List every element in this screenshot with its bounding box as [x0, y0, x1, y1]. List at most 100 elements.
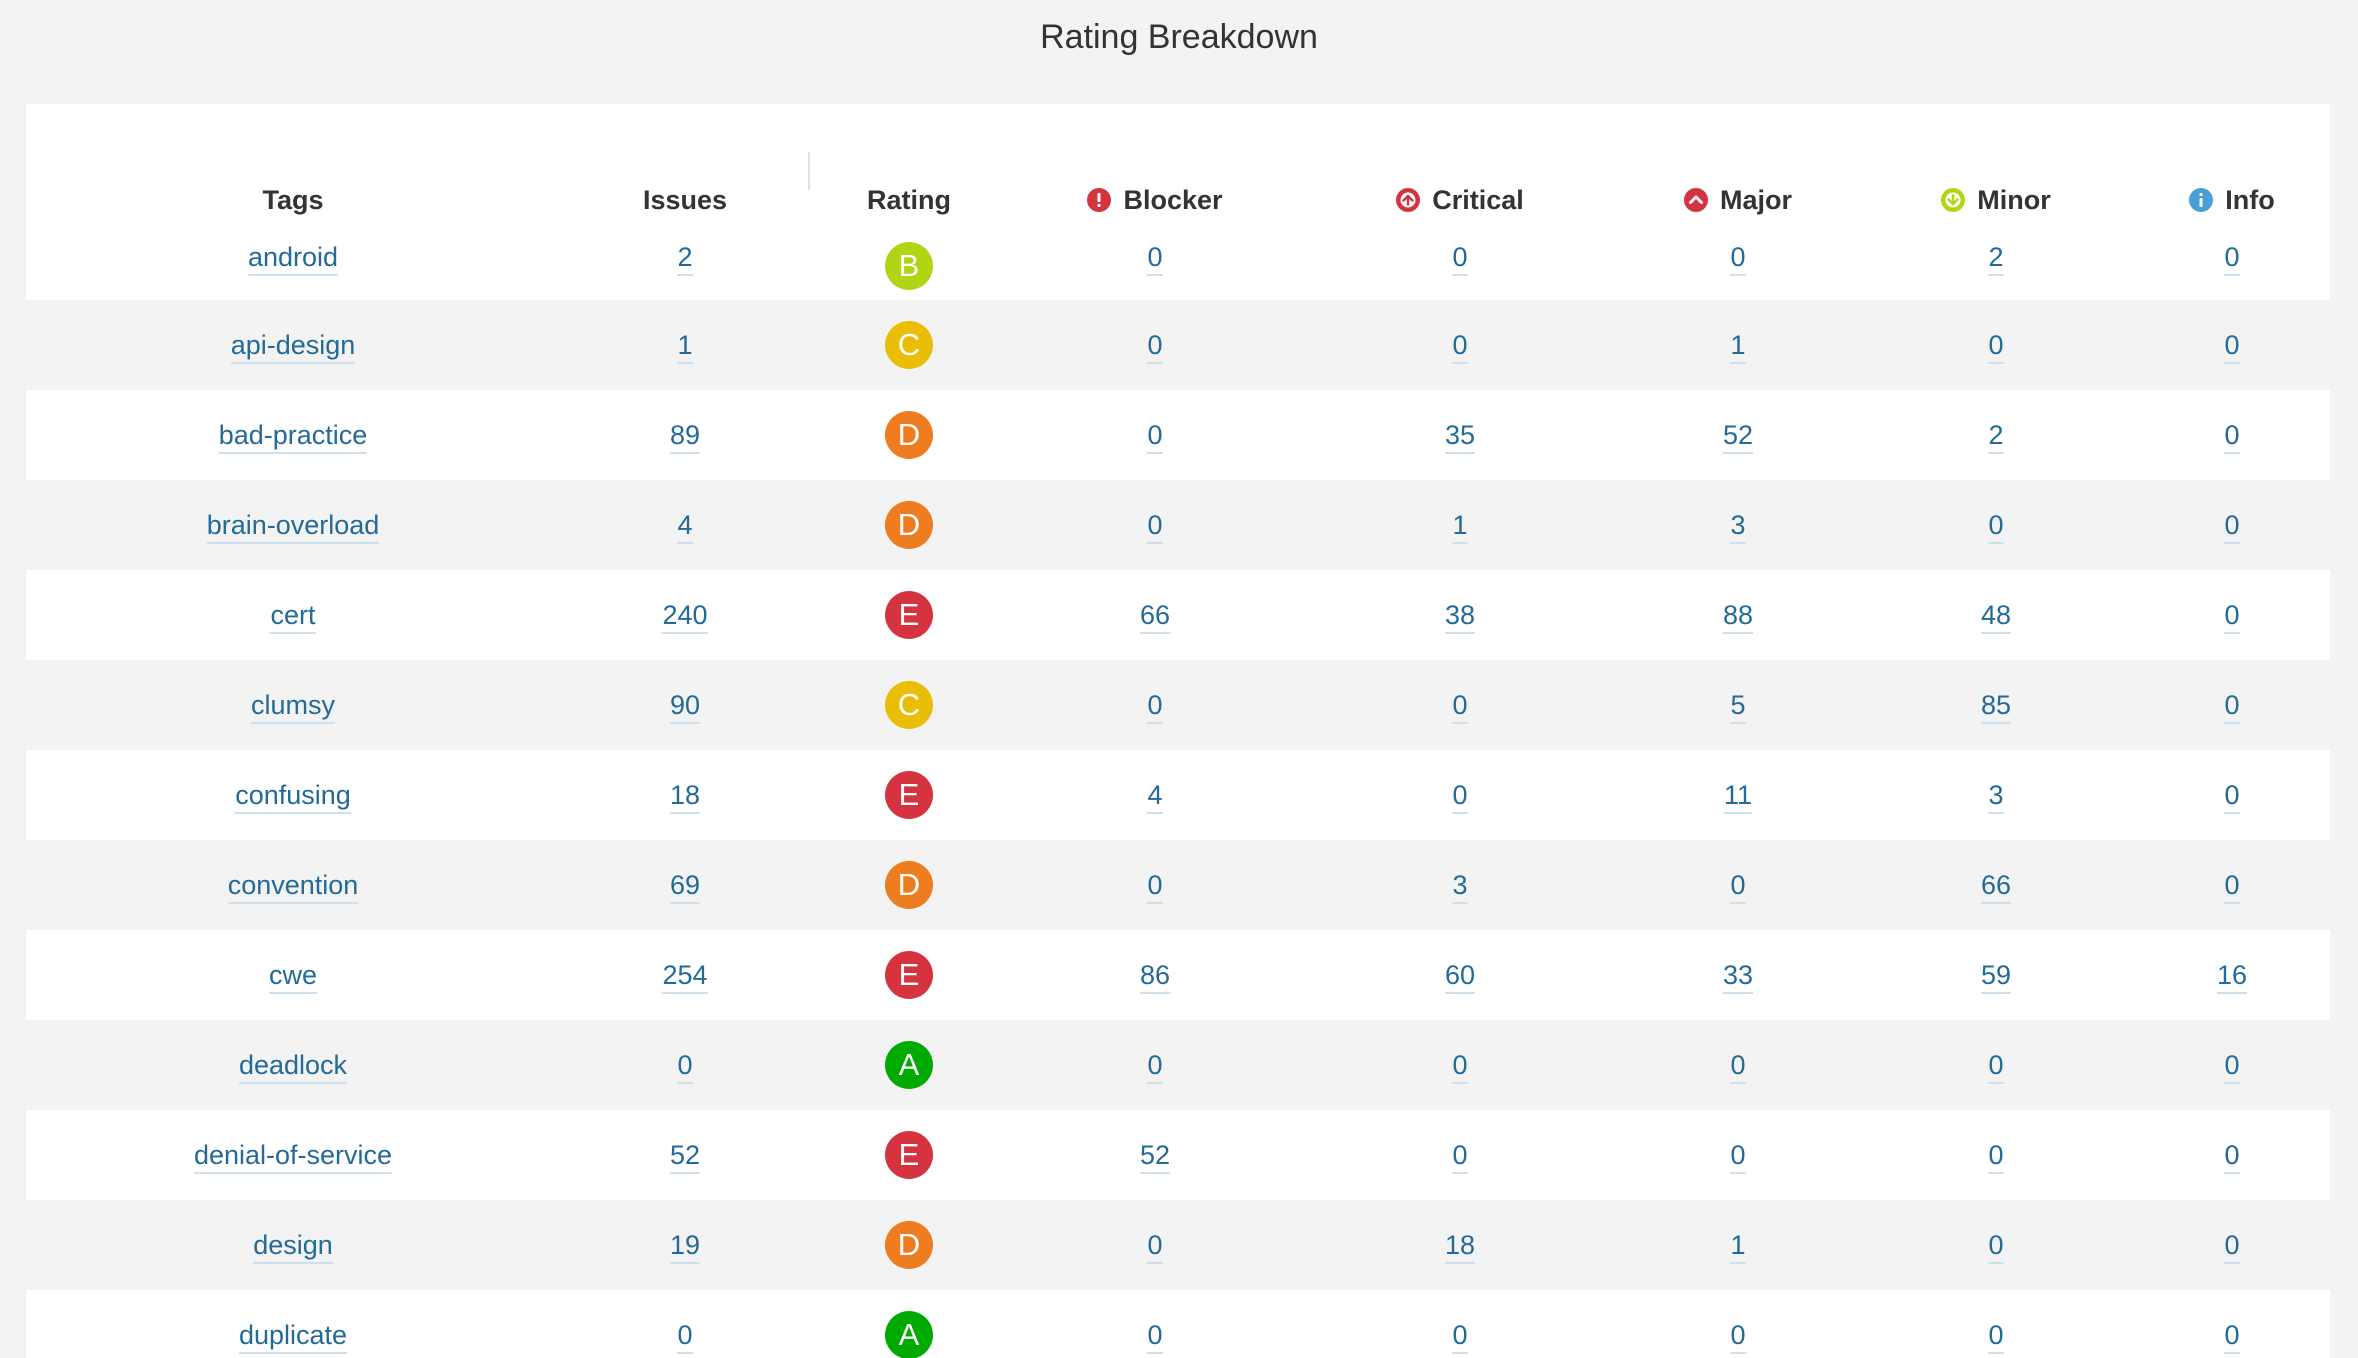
- tag-link[interactable]: denial-of-service: [193, 1139, 393, 1174]
- info-count-link[interactable]: 0: [2224, 242, 2240, 276]
- major-count-link[interactable]: 88: [1722, 599, 1754, 634]
- issues-count-link[interactable]: 0: [677, 1319, 693, 1354]
- issues-count-link[interactable]: 52: [669, 1139, 701, 1174]
- major-count-link[interactable]: 0: [1730, 242, 1746, 276]
- minor-count-link[interactable]: 0: [1988, 329, 2004, 364]
- minor-count-link[interactable]: 3: [1988, 779, 2004, 814]
- tag-link[interactable]: cwe: [268, 959, 317, 994]
- blocker-count-link[interactable]: 0: [1147, 1229, 1163, 1264]
- minor-count-link[interactable]: 0: [1988, 1049, 2004, 1084]
- minor-count-link[interactable]: 48: [1980, 599, 2012, 634]
- info-count-link[interactable]: 0: [2224, 419, 2240, 454]
- critical-count-link[interactable]: 0: [1452, 1319, 1468, 1354]
- tag-link[interactable]: deadlock: [238, 1049, 348, 1084]
- critical-count-link[interactable]: 0: [1452, 242, 1468, 276]
- issues-count-link[interactable]: 1: [677, 329, 693, 364]
- info-count-link[interactable]: 0: [2224, 1319, 2240, 1354]
- major-count-link[interactable]: 0: [1730, 1319, 1746, 1354]
- critical-count-link[interactable]: 1: [1452, 509, 1468, 544]
- blocker-count-link[interactable]: 0: [1147, 1049, 1163, 1084]
- column-header-blocker-label: Blocker: [1123, 185, 1223, 215]
- minor-count-link[interactable]: 0: [1988, 1319, 2004, 1354]
- minor-count-link[interactable]: 0: [1988, 509, 2004, 544]
- major-count-link[interactable]: 1: [1730, 1229, 1746, 1264]
- major-count-link[interactable]: 3: [1730, 509, 1746, 544]
- table-header: Tags Issues Rating Blocker Critical Majo…: [26, 104, 2330, 234]
- major-count-link[interactable]: 0: [1730, 1139, 1746, 1174]
- critical-count-link[interactable]: 0: [1452, 689, 1468, 724]
- blocker-count-link[interactable]: 0: [1147, 689, 1163, 724]
- tag-link[interactable]: clumsy: [250, 689, 335, 724]
- issues-count-link[interactable]: 19: [669, 1229, 701, 1264]
- major-count-link[interactable]: 0: [1730, 1049, 1746, 1084]
- info-count-link[interactable]: 0: [2224, 869, 2240, 904]
- blocker-count-link[interactable]: 52: [1139, 1139, 1171, 1174]
- major-count-link[interactable]: 1: [1730, 329, 1746, 364]
- major-count-link[interactable]: 52: [1722, 419, 1754, 454]
- issues-count-link[interactable]: 0: [677, 1049, 693, 1084]
- table-row: deadlock 0 A 0 0 0 0 0: [26, 1020, 2330, 1110]
- blocker-count-link[interactable]: 0: [1147, 419, 1163, 454]
- tag-cell: confusing: [26, 750, 560, 840]
- issues-count-link[interactable]: 90: [669, 689, 701, 724]
- minor-count-link[interactable]: 2: [1988, 419, 2004, 454]
- info-count-link[interactable]: 0: [2224, 599, 2240, 634]
- blocker-count-link[interactable]: 0: [1147, 869, 1163, 904]
- minor-count-link[interactable]: 0: [1988, 1139, 2004, 1174]
- info-count-link[interactable]: 0: [2224, 329, 2240, 364]
- tag-link[interactable]: cert: [270, 599, 316, 634]
- tag-link[interactable]: android: [247, 242, 339, 276]
- rating-badge: A: [885, 1311, 933, 1358]
- minor-count-link[interactable]: 2: [1988, 242, 2004, 276]
- minor-count-link[interactable]: 85: [1980, 689, 2012, 724]
- issues-count-link[interactable]: 2: [677, 242, 693, 276]
- info-count-link[interactable]: 0: [2224, 779, 2240, 814]
- info-count-link[interactable]: 0: [2224, 509, 2240, 544]
- critical-count-link[interactable]: 3: [1452, 869, 1468, 904]
- tag-link[interactable]: api-design: [230, 329, 356, 364]
- blocker-count-link[interactable]: 66: [1139, 599, 1171, 634]
- minor-count-link[interactable]: 0: [1988, 1229, 2004, 1264]
- tag-link[interactable]: duplicate: [238, 1319, 348, 1354]
- blocker-count-link[interactable]: 4: [1147, 779, 1163, 814]
- blocker-count-link[interactable]: 0: [1147, 509, 1163, 544]
- info-count-link[interactable]: 16: [2216, 959, 2248, 994]
- blocker-count-link[interactable]: 86: [1139, 959, 1171, 994]
- info-count-link[interactable]: 0: [2224, 1139, 2240, 1174]
- info-count-link[interactable]: 0: [2224, 1229, 2240, 1264]
- critical-count-link[interactable]: 0: [1452, 779, 1468, 814]
- info-count-link[interactable]: 0: [2224, 689, 2240, 724]
- rating-breakdown-card: Tags Issues Rating Blocker Critical Majo…: [26, 104, 2330, 1358]
- critical-count-link[interactable]: 38: [1444, 599, 1476, 634]
- major-count-link[interactable]: 0: [1730, 869, 1746, 904]
- minor-count-link[interactable]: 66: [1980, 869, 2012, 904]
- critical-count-link[interactable]: 0: [1452, 1049, 1468, 1084]
- blocker-count-link[interactable]: 0: [1147, 1319, 1163, 1354]
- info-count-link[interactable]: 0: [2224, 1049, 2240, 1084]
- tag-cell: api-design: [26, 300, 560, 390]
- issues-count-link[interactable]: 18: [669, 779, 701, 814]
- issues-count-link[interactable]: 89: [669, 419, 701, 454]
- critical-count-link[interactable]: 60: [1444, 959, 1476, 994]
- critical-count-link[interactable]: 35: [1444, 419, 1476, 454]
- major-count-link[interactable]: 5: [1730, 689, 1746, 724]
- tag-link[interactable]: confusing: [235, 779, 351, 814]
- minor-cell: 2: [1858, 234, 2134, 300]
- issues-count-link[interactable]: 4: [677, 509, 693, 544]
- minor-count-link[interactable]: 59: [1980, 959, 2012, 994]
- blocker-count-link[interactable]: 0: [1147, 329, 1163, 364]
- major-count-link[interactable]: 33: [1722, 959, 1754, 994]
- tag-link[interactable]: design: [253, 1229, 333, 1264]
- tag-link[interactable]: convention: [227, 869, 359, 904]
- issues-count-link[interactable]: 240: [662, 599, 708, 634]
- issues-count-link[interactable]: 69: [669, 869, 701, 904]
- critical-count-link[interactable]: 0: [1452, 1139, 1468, 1174]
- critical-count-link[interactable]: 18: [1444, 1229, 1476, 1264]
- major-count-link[interactable]: 11: [1723, 779, 1753, 814]
- critical-count-link[interactable]: 0: [1452, 329, 1468, 364]
- tag-link[interactable]: brain-overload: [206, 509, 380, 544]
- issues-count-link[interactable]: 254: [662, 959, 708, 994]
- blocker-count-link[interactable]: 0: [1147, 242, 1163, 276]
- info-cell: 0: [2134, 1200, 2330, 1290]
- tag-link[interactable]: bad-practice: [218, 419, 368, 454]
